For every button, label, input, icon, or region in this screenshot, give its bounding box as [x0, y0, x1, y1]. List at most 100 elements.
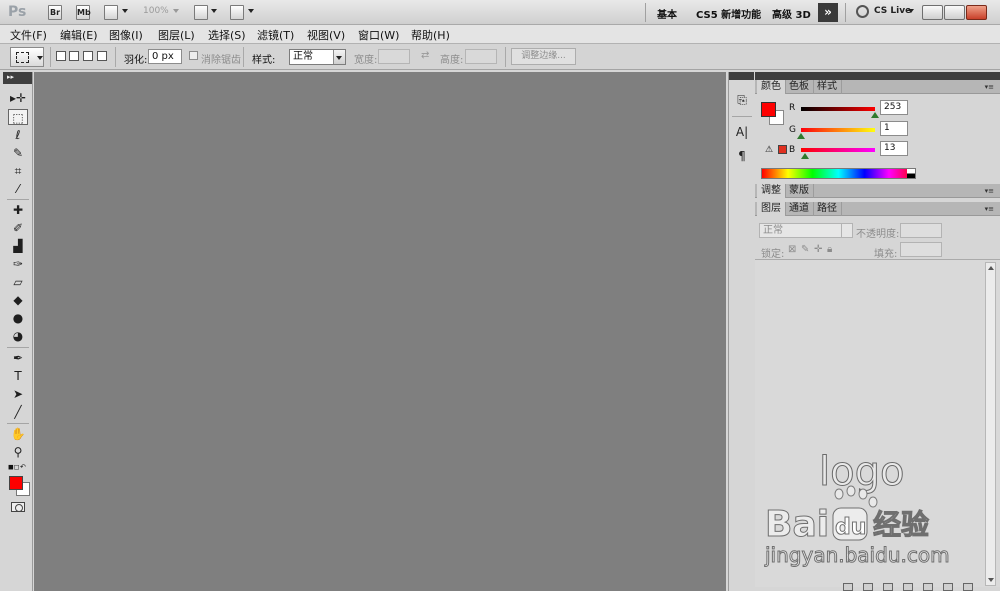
close-button[interactable] — [966, 5, 987, 20]
link-layers-icon[interactable] — [843, 583, 853, 591]
new-selection-icon[interactable] — [56, 51, 66, 61]
brush-tool-icon[interactable]: ✐ — [8, 220, 28, 236]
tab-swatches[interactable]: 色板 — [785, 80, 814, 94]
history-brush-tool-icon[interactable]: ✑ — [8, 256, 28, 272]
tab-color[interactable]: 颜色 — [757, 80, 786, 94]
new-group-icon[interactable] — [923, 583, 933, 591]
subtract-from-selection-icon[interactable] — [83, 51, 93, 61]
menu-select[interactable]: 选择(S) — [208, 27, 246, 43]
paragraph-panel-icon[interactable]: ¶ — [733, 148, 751, 165]
blur-tool-icon[interactable]: ● — [8, 310, 28, 326]
panel-menu-icon[interactable]: ▾≡ — [985, 205, 994, 213]
eyedropper-tool-icon[interactable]: ⁄ — [8, 181, 28, 197]
screen-mode-button[interactable] — [230, 5, 244, 20]
screen-mode-dropdown-icon[interactable] — [248, 9, 254, 13]
swap-colors-icon[interactable]: ↶ — [20, 463, 26, 471]
arrange-dropdown-icon[interactable] — [211, 9, 217, 13]
layer-list-scrollbar[interactable] — [985, 262, 996, 586]
gamut-color-swatch[interactable] — [778, 145, 787, 154]
height-input[interactable] — [465, 49, 497, 64]
lock-all-icon[interactable]: 🔒︎ — [827, 244, 832, 255]
adjustment-layer-icon[interactable] — [903, 583, 913, 591]
lasso-tool-icon[interactable]: ℓ — [8, 127, 28, 143]
character-panel-icon[interactable]: A| — [733, 124, 751, 141]
menu-layer[interactable]: 图层(L) — [158, 27, 195, 43]
tab-layers[interactable]: 图层 — [757, 202, 786, 216]
view-extras-dropdown-icon[interactable] — [122, 9, 128, 13]
tab-adjustments[interactable]: 调整 — [757, 184, 786, 198]
panel-dock-grip[interactable] — [755, 72, 1000, 80]
menu-image[interactable]: 图像(I) — [109, 27, 143, 43]
type-tool-icon[interactable]: T — [8, 368, 28, 384]
crop-tool-icon[interactable]: ⌗ — [8, 163, 28, 179]
swap-dimensions-icon[interactable]: ⇄ — [421, 50, 429, 61]
delete-layer-icon[interactable] — [963, 583, 973, 591]
layer-mask-icon[interactable] — [883, 583, 893, 591]
layer-list[interactable]: logo Bai du 经验 jingyan.baidu.com — [755, 259, 1000, 587]
path-selection-tool-icon[interactable]: ➤ — [8, 386, 28, 402]
arrange-documents-button[interactable] — [194, 5, 208, 20]
panel-menu-icon[interactable]: ▾≡ — [985, 83, 994, 91]
toolbox-grip[interactable]: ▸▸ — [3, 72, 32, 84]
menu-help[interactable]: 帮助(H) — [411, 27, 450, 43]
zoom-dropdown-icon[interactable] — [173, 9, 179, 13]
minimize-button[interactable] — [922, 5, 943, 20]
zoom-level[interactable]: 100% — [143, 6, 169, 16]
history-panel-icon[interactable]: ⎘ — [733, 92, 751, 109]
channel-r-slider[interactable] — [801, 107, 875, 111]
channel-b-slider[interactable] — [801, 148, 875, 152]
workspace-cs5-new[interactable]: CS5 新增功能 — [696, 6, 761, 21]
bridge-button[interactable]: Br — [48, 5, 62, 20]
style-select[interactable]: 正常 — [289, 49, 346, 65]
antialias-checkbox[interactable] — [189, 51, 198, 60]
paint-bucket-tool-icon[interactable]: ◆ — [8, 292, 28, 308]
marquee-tool-icon[interactable]: ⬚ — [8, 109, 28, 125]
panel-foreground-swatch[interactable] — [761, 102, 776, 117]
opacity-input[interactable] — [900, 223, 942, 238]
channel-g-value[interactable]: 1 — [880, 121, 908, 136]
menu-filter[interactable]: 滤镜(T) — [257, 27, 294, 43]
tab-channels[interactable]: 通道 — [785, 202, 814, 216]
workspace-advanced-3d[interactable]: 高级 3D — [772, 6, 811, 21]
cs-live-dropdown-icon[interactable] — [908, 9, 914, 13]
gamut-warning-icon[interactable]: ⚠ — [765, 145, 773, 155]
move-tool-icon[interactable]: ▸✛ — [8, 90, 28, 106]
refine-edge-button[interactable]: 调整边缘... — [511, 48, 576, 65]
clone-stamp-tool-icon[interactable]: ▟ — [8, 238, 28, 254]
width-input[interactable] — [378, 49, 410, 64]
tab-paths[interactable]: 路径 — [813, 202, 842, 216]
new-layer-icon[interactable] — [943, 583, 953, 591]
foreground-color-swatch[interactable] — [9, 476, 23, 490]
channel-b-thumb[interactable] — [801, 153, 809, 159]
eraser-tool-icon[interactable]: ▱ — [8, 274, 28, 290]
menu-view[interactable]: 视图(V) — [307, 27, 345, 43]
workspace-essentials[interactable]: 基本 — [657, 6, 677, 21]
fill-input[interactable] — [900, 242, 942, 257]
document-canvas-area[interactable] — [34, 72, 726, 591]
tab-masks[interactable]: 蒙版 — [785, 184, 814, 198]
layer-style-icon[interactable] — [863, 583, 873, 591]
tool-preset-picker[interactable] — [10, 47, 44, 67]
dock-grip[interactable] — [729, 72, 754, 80]
menu-edit[interactable]: 编辑(E) — [60, 27, 98, 43]
channel-r-thumb[interactable] — [871, 112, 879, 118]
lock-image-icon[interactable]: ✎ — [801, 244, 809, 255]
blend-mode-select[interactable]: 正常 — [759, 223, 853, 238]
tab-styles[interactable]: 样式 — [813, 80, 842, 94]
channel-g-thumb[interactable] — [797, 133, 805, 139]
line-tool-icon[interactable]: ╱ — [8, 404, 28, 420]
channel-g-slider[interactable] — [801, 128, 875, 132]
add-to-selection-icon[interactable] — [69, 51, 79, 61]
scroll-down-icon[interactable] — [988, 578, 994, 582]
channel-r-value[interactable]: 253 — [880, 100, 908, 115]
menu-window[interactable]: 窗口(W) — [358, 27, 399, 43]
intersect-selection-icon[interactable] — [97, 51, 107, 61]
lock-transparent-icon[interactable]: ⊠ — [788, 244, 796, 255]
cs-live-button[interactable]: CS Live — [874, 6, 911, 16]
feather-input[interactable]: 0 px — [148, 49, 182, 64]
lock-position-icon[interactable]: ✛ — [814, 244, 822, 255]
channel-b-value[interactable]: 13 — [880, 141, 908, 156]
mini-bridge-button[interactable]: Mb — [76, 5, 91, 20]
hand-tool-icon[interactable]: ✋ — [8, 426, 28, 442]
restore-button[interactable] — [944, 5, 965, 20]
